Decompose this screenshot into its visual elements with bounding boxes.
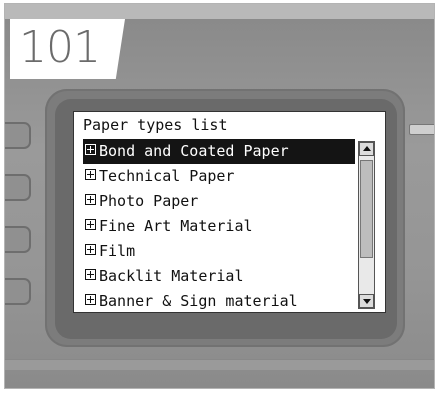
paper-types-list: Bond and Coated Paper Technical Paper Ph…	[83, 139, 355, 311]
arrow-down-icon[interactable]	[359, 294, 374, 308]
list-item-label: Banner & Sign material	[99, 292, 298, 310]
list-item-label: Technical Paper	[99, 167, 235, 185]
left-panel-button-3[interactable]	[5, 226, 31, 253]
left-panel-button-1[interactable]	[5, 122, 31, 149]
left-panel-button-2[interactable]	[5, 174, 31, 201]
list-item-technical-paper[interactable]: Technical Paper	[83, 164, 355, 189]
right-panel-indicator	[409, 124, 434, 135]
left-panel-button-4[interactable]	[5, 278, 31, 305]
arrow-up-icon[interactable]	[359, 142, 374, 156]
expand-plus-icon[interactable]	[85, 194, 96, 205]
list-item-film[interactable]: Film	[83, 239, 355, 264]
expand-plus-icon[interactable]	[85, 169, 96, 180]
scroll-thumb[interactable]	[360, 160, 373, 258]
bottom-band	[5, 359, 434, 370]
top-band	[5, 4, 434, 19]
list-item-fine-art-material[interactable]: Fine Art Material	[83, 214, 355, 239]
list-item-label: Film	[99, 242, 136, 260]
step-number: 101	[19, 22, 101, 73]
list-item-label: Backlit Material	[99, 267, 244, 285]
expand-plus-icon[interactable]	[85, 144, 96, 155]
expand-plus-icon[interactable]	[85, 244, 96, 255]
list-item-label: Bond and Coated Paper	[99, 142, 289, 160]
expand-plus-icon[interactable]	[85, 294, 96, 305]
screen-title: Paper types list	[83, 116, 228, 134]
expand-plus-icon[interactable]	[85, 219, 96, 230]
list-item-photo-paper[interactable]: Photo Paper	[83, 189, 355, 214]
list-item-label: Fine Art Material	[99, 217, 253, 235]
expand-plus-icon[interactable]	[85, 269, 96, 280]
list-item-backlit-material[interactable]: Backlit Material	[83, 264, 355, 289]
list-item-label: Photo Paper	[99, 192, 199, 210]
list-item-banner-and-sign-material[interactable]: Banner & Sign material	[83, 289, 355, 311]
front-panel-screen: Paper types list Bond and Coated Paper T…	[73, 111, 386, 313]
list-scrollbar[interactable]	[358, 141, 375, 309]
list-item-bond-and-coated-paper[interactable]: Bond and Coated Paper	[83, 139, 355, 164]
